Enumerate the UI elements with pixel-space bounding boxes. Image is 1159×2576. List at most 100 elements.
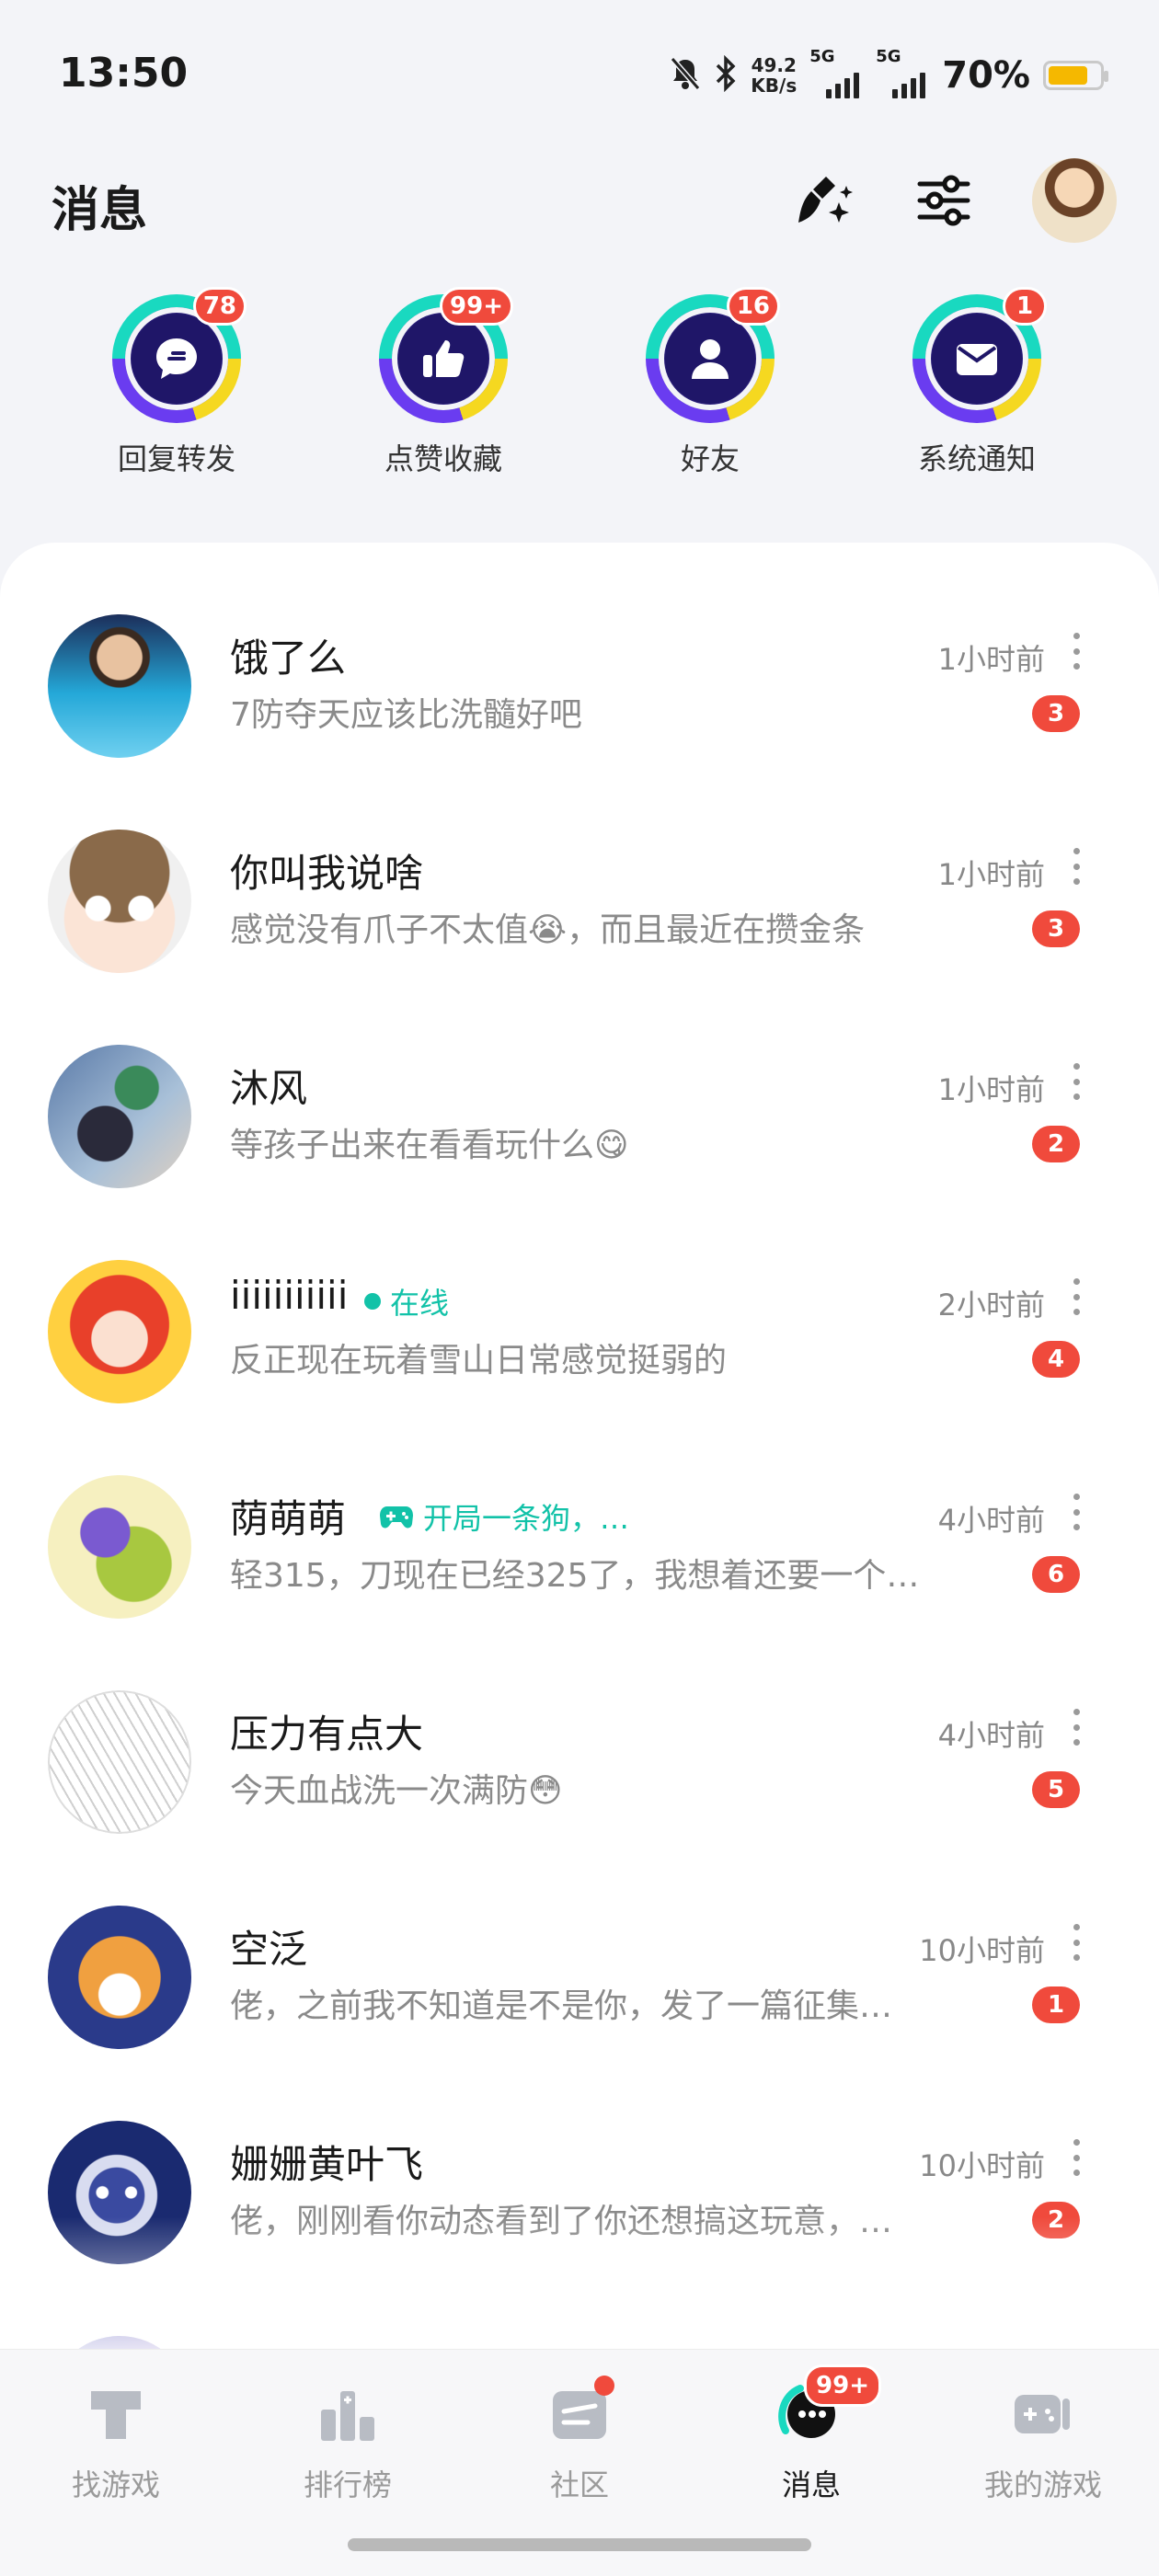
message-time: 1小时前 [937, 857, 1045, 892]
list-item[interactable]: iiiiiiiiiii 在线 反正现在玩着雪山日常感觉挺弱的 2小时前 4 [0, 1214, 1159, 1429]
clear-unread-button[interactable] [786, 162, 863, 239]
message-preview: 感觉没有爪子不太值😭，而且最近在攒金条 [230, 911, 866, 949]
message-time: 4小时前 [937, 1718, 1045, 1753]
unread-badge: 3 [1032, 910, 1080, 947]
page-header: 消息 [0, 147, 1159, 258]
playing-status: 开局一条狗，… [379, 1495, 629, 1538]
unread-badge: 6 [1032, 1556, 1080, 1593]
avatar [48, 1260, 191, 1403]
contact-name: iiiiiiiiiii [230, 1273, 349, 1318]
battery-icon [1043, 61, 1108, 90]
tab-my-games[interactable]: 我的游戏 [951, 2377, 1135, 2504]
status-text: 开局一条狗，… [423, 1501, 630, 1536]
tab-rankings[interactable]: 排行榜 [256, 2377, 440, 2504]
contact-name: 沐风 [230, 1066, 308, 1111]
category-friends[interactable]: 16 好友 [609, 287, 811, 478]
more-icon[interactable] [1067, 2139, 1085, 2176]
tab-community[interactable]: 社区 [488, 2376, 671, 2504]
category-badge: 16 [726, 287, 780, 326]
signal-sim1-icon: 5G [809, 47, 863, 98]
more-icon[interactable] [1067, 848, 1085, 885]
status-time: 13:50 [59, 50, 189, 97]
conversation-list: 饿了么 7防夺天应该比洗髓好吧 1小时前 3 你叫我说啥 感觉没有爪子不太值😭，… [0, 543, 1159, 2428]
my-games-icon [1015, 2395, 1070, 2433]
unread-badge: 3 [1032, 695, 1080, 732]
sim2-label: 5G [876, 47, 901, 66]
home-indicator[interactable] [348, 2538, 811, 2551]
category-likes[interactable]: 99+ 点赞收藏 [342, 287, 545, 478]
community-red-dot [594, 2376, 614, 2396]
ranking-icon [321, 2391, 374, 2441]
settings-button[interactable] [905, 162, 982, 239]
net-speed: 49.2 KB/s [751, 55, 797, 96]
envelope-icon [957, 344, 997, 375]
chat-bubble-icon [156, 338, 197, 379]
nav-label: 排行榜 [303, 2467, 392, 2502]
bluetooth-icon [714, 54, 738, 96]
contact-name: 压力有点大 [230, 1712, 424, 1757]
message-time: 1小时前 [937, 642, 1045, 677]
net-speed-unit: KB/s [751, 74, 798, 97]
category-system[interactable]: 1 系统通知 [876, 287, 1078, 478]
nav-label: 社区 [549, 2467, 609, 2502]
tab-find-games[interactable]: 找游戏 [24, 2377, 208, 2504]
unread-badge: 4 [1032, 1341, 1080, 1378]
category-badge: 99+ [440, 287, 513, 326]
more-icon[interactable] [1067, 633, 1085, 670]
more-icon[interactable] [1067, 1709, 1085, 1746]
sliders-icon [917, 175, 970, 226]
thumbs-up-icon [423, 340, 465, 377]
online-status: 在线 [364, 1280, 449, 1322]
avatar [48, 1045, 191, 1188]
more-icon[interactable] [1067, 1278, 1085, 1315]
message-preview: 轻315，刀现在已经325了，我想着还要一个… [230, 1557, 920, 1595]
message-time: 1小时前 [937, 1072, 1045, 1107]
list-item[interactable]: 沐风 等孩子出来在看看玩什么😋 1小时前 2 [0, 999, 1159, 1214]
avatar [48, 1475, 191, 1619]
nav-label: 我的游戏 [983, 2467, 1102, 2502]
avatar [48, 1906, 191, 2049]
signal-sim2-icon: 5G [876, 47, 929, 98]
list-item[interactable]: 压力有点大 今天血战洗一次满防😳 4小时前 5 [0, 1644, 1159, 1860]
category-label: 回复转发 [117, 441, 235, 476]
message-time: 2小时前 [937, 1288, 1045, 1322]
list-item[interactable]: 饿了么 7防夺天应该比洗髓好吧 1小时前 3 [0, 568, 1159, 784]
sim1-label: 5G [809, 47, 835, 66]
contact-name: 你叫我说啥 [230, 851, 424, 896]
nav-label: 消息 [781, 2467, 841, 2502]
more-icon[interactable] [1067, 1494, 1085, 1530]
page-title: 消息 [52, 183, 148, 238]
online-dot-icon [364, 1293, 381, 1310]
unread-badge: 5 [1032, 1771, 1080, 1808]
message-preview: 反正现在玩着雪山日常感觉挺弱的 [230, 1342, 728, 1380]
unread-badge: 2 [1032, 1126, 1080, 1162]
status-text: 在线 [390, 1286, 450, 1321]
more-icon[interactable] [1067, 1063, 1085, 1100]
nav-label: 找游戏 [71, 2467, 160, 2502]
battery-percent: 70% [942, 54, 1030, 97]
net-speed-value: 49.2 [751, 54, 797, 76]
contact-name: 姗姗黄叶飞 [230, 2142, 424, 2187]
avatar [48, 830, 191, 973]
category-label: 系统通知 [917, 441, 1036, 476]
category-label: 好友 [680, 441, 740, 476]
unread-badge: 1 [1032, 1986, 1080, 2023]
category-replies[interactable]: 78 回复转发 [75, 287, 278, 478]
message-time: 10小时前 [919, 1933, 1045, 1968]
contact-name: 荫萌萌 [230, 1496, 347, 1541]
broom-sparkle-icon [798, 177, 853, 223]
status-bar: 13:50 49.2 KB/s 5G 5G 70% [0, 0, 1159, 147]
avatar [48, 614, 191, 758]
message-time: 4小时前 [937, 1503, 1045, 1538]
message-preview: 7防夺天应该比洗髓好吧 [230, 696, 582, 734]
list-item[interactable]: 空泛 佬，之前我不知道是不是你，发了一篇征集… 10小时前 1 [0, 1860, 1159, 2075]
message-preview: 佬，之前我不知道是不是你，发了一篇征集… [230, 1987, 893, 2025]
contact-name: 饿了么 [230, 635, 347, 681]
person-icon [692, 339, 729, 379]
list-item[interactable]: 你叫我说啥 感觉没有爪子不太值😭，而且最近在攒金条 1小时前 3 [0, 784, 1159, 999]
tab-messages[interactable]: 99+ 消息 [719, 2364, 903, 2504]
category-badge: 1 [1003, 287, 1047, 326]
my-avatar[interactable] [1032, 158, 1117, 243]
list-item[interactable]: 荫萌萌 开局一条狗，… 轻315，刀现在已经325了，我想着还要一个… 4小时前… [0, 1429, 1159, 1644]
more-icon[interactable] [1067, 1924, 1085, 1961]
